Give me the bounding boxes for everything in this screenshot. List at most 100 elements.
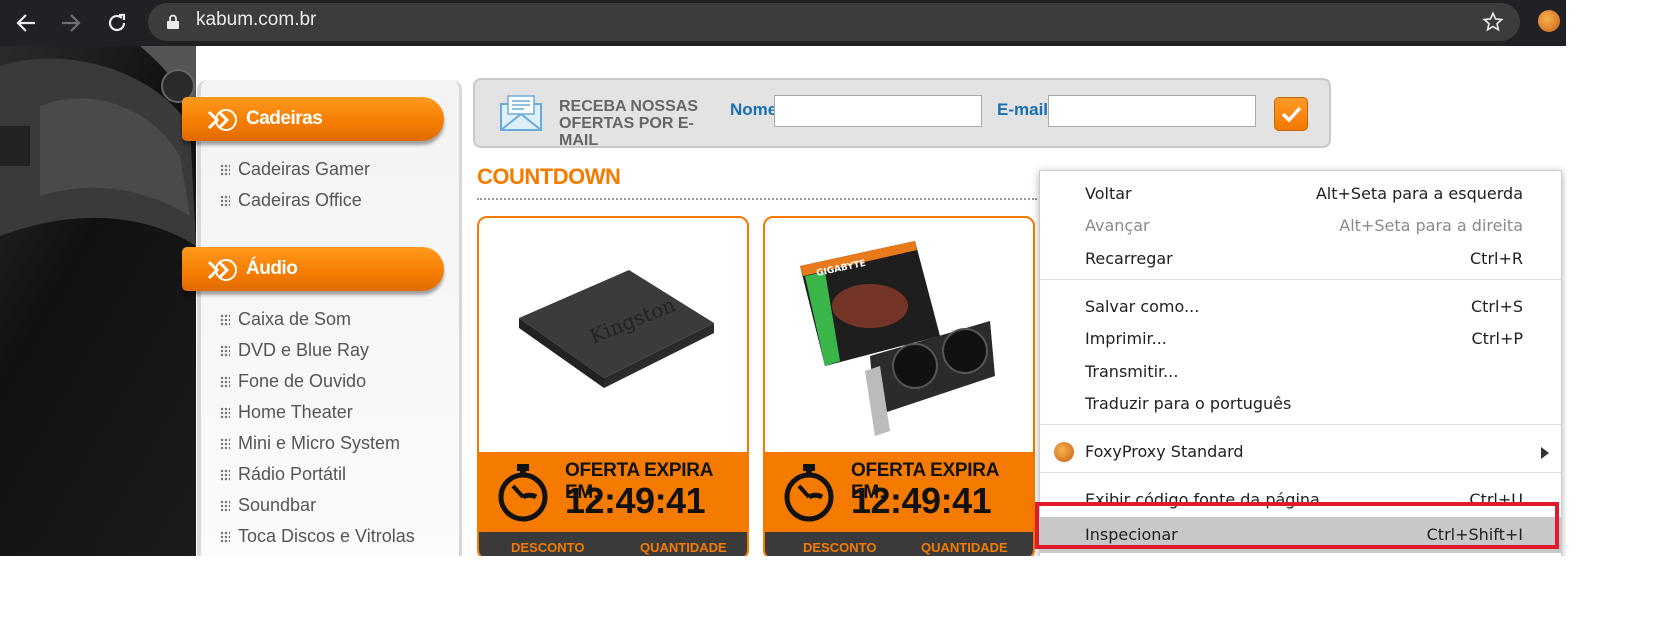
menu-item-label: Transmitir... [1085,362,1179,381]
web-page: Cadeiras Cadeiras Gamer Cadeiras Office … [0,46,1566,556]
menu-item-shortcut: Alt+Seta para a direita [1339,216,1523,235]
newsletter-submit-button[interactable] [1274,97,1308,131]
bullet-icon [220,376,230,389]
sidebar-item-soundbar[interactable]: Soundbar [220,495,316,516]
name-input[interactable] [774,95,982,127]
sidebar-item-home-theater[interactable]: Home Theater [220,402,353,423]
headset-image [0,46,196,246]
countdown-title: COUNTDOWN [477,164,621,189]
menu-item-voltar[interactable]: Voltar Alt+Seta para a esquerda [1040,178,1561,210]
menu-item-imprimir[interactable]: Imprimir... Ctrl+P [1040,323,1561,355]
menu-item-shortcut: Alt+Seta para a esquerda [1315,184,1523,203]
email-input[interactable] [1048,95,1256,127]
double-chevron-icon [207,109,237,131]
email-label: E-mail [997,100,1049,119]
offer-banner: OFERTA EXPIRA EM: 12:49:41 [479,452,747,532]
sidebar-item-caixa-de-som[interactable]: Caixa de Som [220,309,351,330]
sidebar-item-label: Soundbar [238,495,317,515]
menu-item-label: Recarregar [1085,249,1173,268]
offer-banner: OFERTA EXPIRA EM: 12:49:41 [765,452,1033,532]
sidebar-item-label: DVD e Blue Ray [238,340,370,360]
newsletter-box: RECEBA NOSSAS OFERTAS POR E-MAIL Nome E-… [473,78,1331,149]
sidebar-item-toca-discos[interactable]: Toca Discos e Vitrolas [220,526,415,547]
kingston-ssd-image[interactable]: Kingston [509,258,719,408]
browser-toolbar: kabum.com.br [0,0,1566,46]
menu-separator [1040,424,1561,425]
bullet-icon [220,314,230,327]
checkmark-icon [1281,106,1302,123]
foxyproxy-icon [1054,442,1074,462]
sidebar-item-mini-micro-system[interactable]: Mini e Micro System [220,433,400,454]
menu-item-shortcut: Ctrl+R [1470,249,1523,268]
sidebar-item-label: Mini e Micro System [238,433,401,453]
menu-item-label: Voltar [1085,184,1132,203]
bullet-icon [220,531,230,544]
url-text: kabum.com.br [196,9,317,30]
menu-item-foxyproxy[interactable]: FoxyProxy Standard [1040,436,1561,468]
context-menu: Voltar Alt+Seta para a esquerda Avançar Al… [1039,170,1562,556]
menu-item-label: Salvar como... [1085,297,1200,316]
category-label: Cadeiras [246,108,323,129]
menu-item-salvar-como[interactable]: Salvar como... Ctrl+S [1040,291,1561,323]
bullet-icon [220,438,230,451]
forward-button[interactable] [55,7,87,39]
newsletter-line1: RECEBA NOSSAS [559,98,698,115]
star-icon[interactable] [1482,11,1504,33]
submenu-arrow-icon [1541,447,1549,459]
sidebar-item-dvd-blue-ray[interactable]: DVD e Blue Ray [220,340,369,361]
lock-icon[interactable] [166,14,180,30]
address-bar[interactable] [148,3,1520,41]
menu-item-label: Imprimir... [1085,329,1167,348]
highlight-box [1035,502,1559,549]
discount-label: DESCONTO [803,540,877,555]
bullet-icon [220,469,230,482]
sidebar-item-label: Fone de Ouvido [238,371,367,391]
bullet-icon [220,345,230,358]
countdown-divider [477,198,1037,200]
discount-label: DESCONTO [511,540,585,555]
menu-separator [1040,472,1561,473]
menu-item-transmitir[interactable]: Transmitir... [1040,356,1561,388]
offer-timer: 12:49:41 [565,480,706,521]
sidebar-item-label: Toca Discos e Vitrolas [238,526,415,546]
sidebar-item-radio-portatil[interactable]: Rádio Portátil [220,464,346,485]
headset-background-image [0,46,196,556]
double-chevron-icon [207,259,237,281]
sidebar-item-cadeiras-gamer[interactable]: Cadeiras Gamer [220,159,370,180]
category-tab-audio[interactable]: Áudio [182,247,444,291]
gigabyte-gpu-image[interactable]: GIGABYTE [795,236,1005,436]
menu-item-recarregar[interactable]: Recarregar Ctrl+R [1040,243,1561,275]
menu-item-shortcut: Ctrl+P [1471,329,1523,348]
back-arrow-icon [16,14,35,32]
product-card[interactable]: GIGABYTE OFERTA EXPIRA EM: 12:49:41 DESC… [763,216,1035,556]
newsletter-heading: RECEBA NOSSAS OFERTAS POR E-MAIL [559,98,729,149]
menu-item-traduzir[interactable]: Traduzir para o português [1040,388,1561,420]
product-card[interactable]: Kingston OFERTA EXPIRA EM: 12:49:41 DESC… [477,216,749,556]
envelope-icon [500,95,542,131]
menu-separator [1040,279,1561,280]
foxyproxy-extension-icon[interactable] [1538,10,1560,32]
offer-timer: 12:49:41 [851,480,992,521]
menu-item-avancar[interactable]: Avançar Alt+Seta para a direita [1040,210,1561,242]
forward-arrow-icon [62,14,81,32]
reload-icon [108,13,126,32]
menu-item-label: Traduzir para o português [1085,394,1292,413]
sidebar-item-fone-de-ouvido[interactable]: Fone de Ouvido [220,371,366,392]
sidebar-item-label: Cadeiras Office [238,190,362,210]
sidebar-item-label: Cadeiras Gamer [238,159,371,179]
bullet-icon [220,164,230,177]
sidebar-item-cadeiras-office[interactable]: Cadeiras Office [220,190,362,211]
menu-item-label: Avançar [1085,216,1150,235]
category-tab-cadeiras[interactable]: Cadeiras [182,97,444,141]
quantity-label: QUANTIDADE [921,540,1008,555]
back-button[interactable] [10,7,42,39]
card-footer: DESCONTO QUANTIDADE [479,532,747,556]
sidebar-item-label: Home Theater [238,402,353,422]
menu-item-label: FoxyProxy Standard [1085,442,1244,461]
menu-item-shortcut: Ctrl+S [1470,297,1523,316]
quantity-label: QUANTIDADE [640,540,727,555]
bullet-icon [220,500,230,513]
stopwatch-icon [498,464,548,522]
category-label: Áudio [246,258,298,279]
reload-button[interactable] [101,7,133,39]
